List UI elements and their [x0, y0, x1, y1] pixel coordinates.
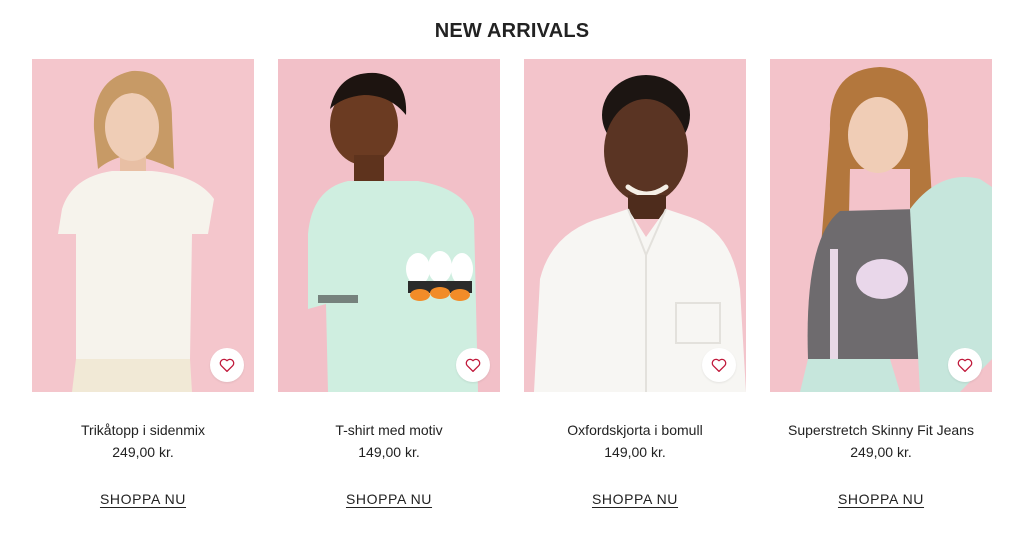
favorite-button[interactable] [210, 348, 244, 382]
model-in-white-oxford-shirt-image [524, 59, 746, 392]
product-price: 249,00 kr. [850, 444, 912, 460]
product-image[interactable] [524, 59, 746, 392]
product-card: Superstretch Skinny Fit Jeans 249,00 kr.… [770, 59, 992, 508]
heart-outline-icon [465, 358, 481, 373]
model-in-mint-t-shirt-image [278, 59, 500, 392]
product-card: Oxfordskjorta i bomull 149,00 kr. SHOPPA… [524, 59, 746, 508]
product-image[interactable] [32, 59, 254, 392]
product-image[interactable] [770, 59, 992, 392]
shop-now-link[interactable]: SHOPPA NU [592, 490, 678, 508]
product-price: 149,00 kr. [604, 444, 666, 460]
product-card: T-shirt med motiv 149,00 kr. SHOPPA NU [278, 59, 500, 508]
favorite-button[interactable] [948, 348, 982, 382]
product-card: Trikåtopp i sidenmix 249,00 kr. SHOPPA N… [32, 59, 254, 508]
product-name[interactable]: Trikåtopp i sidenmix [81, 421, 205, 439]
heart-outline-icon [957, 358, 973, 373]
shop-now-link[interactable]: SHOPPA NU [838, 490, 924, 508]
heart-outline-icon [219, 358, 235, 373]
section-title: NEW ARRIVALS [434, 20, 590, 42]
product-grid: Trikåtopp i sidenmix 249,00 kr. SHOPPA N… [32, 59, 992, 508]
shop-now-link[interactable]: SHOPPA NU [100, 490, 186, 508]
model-in-white-top-image [32, 59, 254, 392]
favorite-button[interactable] [702, 348, 736, 382]
product-name[interactable]: Superstretch Skinny Fit Jeans [788, 421, 974, 439]
shop-now-link[interactable]: SHOPPA NU [346, 490, 432, 508]
product-name[interactable]: T-shirt med motiv [335, 421, 442, 439]
product-image[interactable] [278, 59, 500, 392]
favorite-button[interactable] [456, 348, 490, 382]
product-price: 149,00 kr. [358, 444, 420, 460]
model-in-grey-sweater-and-mint-jeans-image [770, 59, 992, 392]
heart-outline-icon [711, 358, 727, 373]
product-name[interactable]: Oxfordskjorta i bomull [567, 421, 702, 439]
product-price: 249,00 kr. [112, 444, 174, 460]
